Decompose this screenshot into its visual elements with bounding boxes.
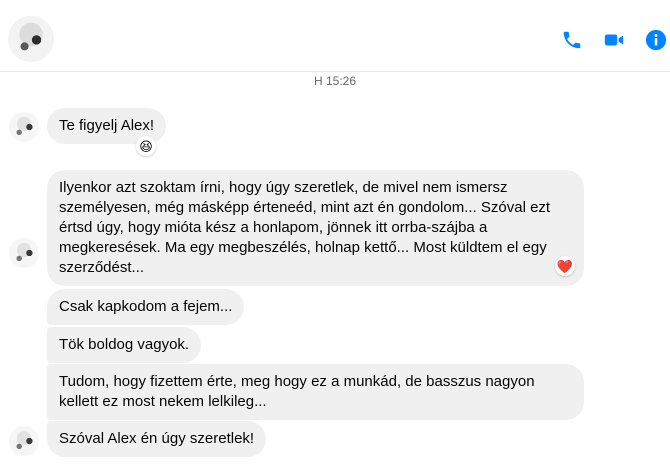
info-icon xyxy=(645,29,667,51)
message-bubble[interactable]: Ilyenkor azt szoktam írni, hogy úgy szer… xyxy=(47,170,584,286)
message-bubble[interactable]: Csak kapkodom a fejem... xyxy=(47,289,245,325)
message-bubble[interactable]: Szóval Alex én úgy szeretlek! xyxy=(47,421,267,457)
voice-call-button[interactable] xyxy=(560,28,584,52)
sender-avatar[interactable] xyxy=(9,238,39,268)
message-bubble[interactable]: Tudom, hogy fizettem érte, meg hogy ez a… xyxy=(47,364,584,420)
message-bubble[interactable]: Tök boldog vagyok. xyxy=(47,327,202,363)
conversation-header xyxy=(0,0,670,72)
laughing-reaction-icon[interactable]: 😆 xyxy=(136,136,156,156)
header-actions xyxy=(560,26,670,54)
heart-reaction-icon[interactable]: ❤️ xyxy=(555,256,575,276)
message-timestamp: H 15:26 xyxy=(313,74,357,88)
sender-avatar[interactable] xyxy=(9,112,39,142)
conversation-info-button[interactable] xyxy=(644,28,668,52)
contact-avatar[interactable] xyxy=(8,16,54,62)
video-call-button[interactable] xyxy=(602,28,626,52)
video-camera-icon xyxy=(604,34,624,46)
phone-icon xyxy=(563,31,581,49)
sender-avatar[interactable] xyxy=(9,426,39,456)
